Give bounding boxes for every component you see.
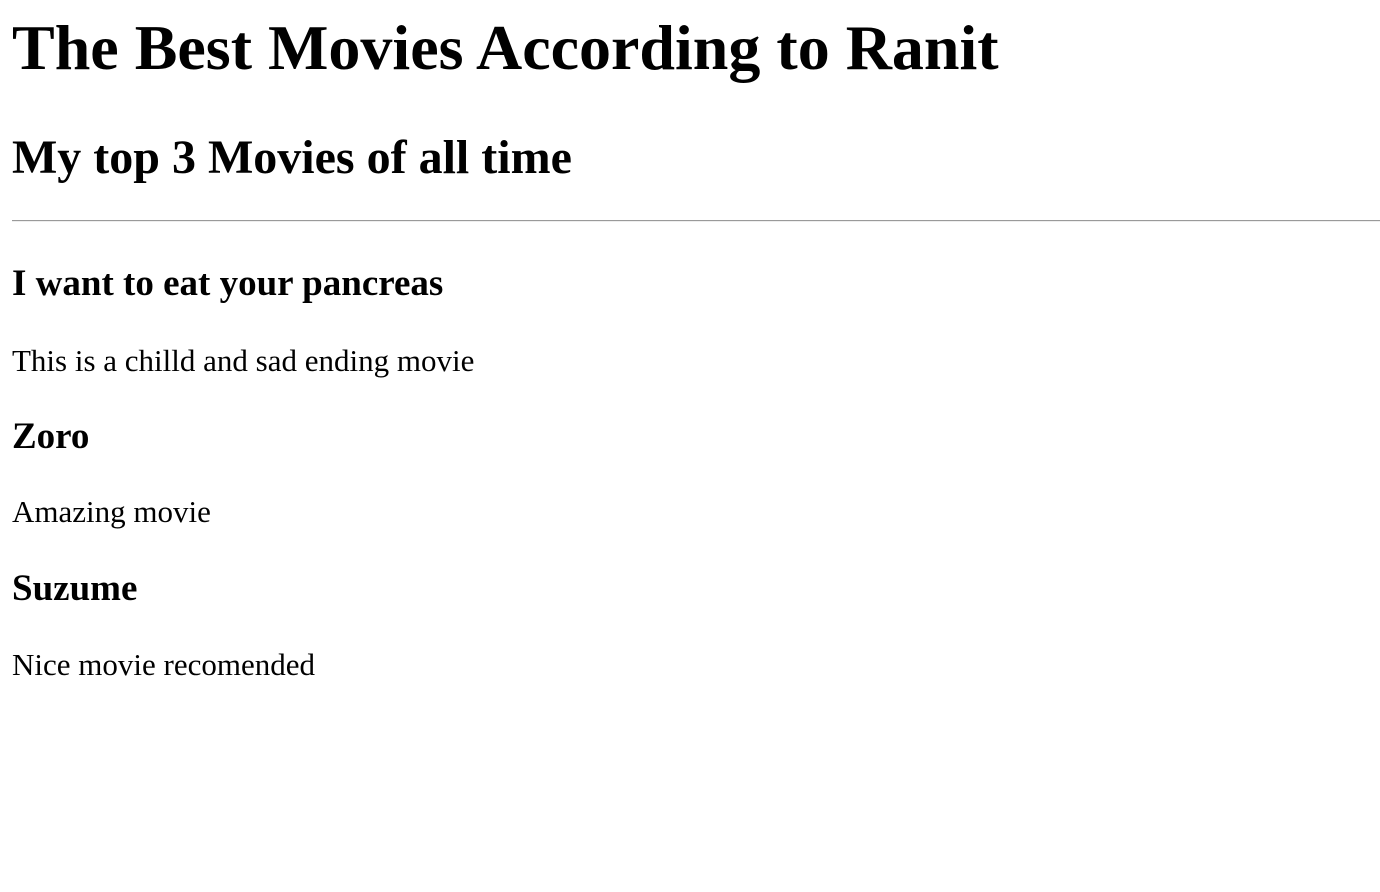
movie-entry: Zoro Amazing movie — [12, 379, 1380, 530]
movie-entry: I want to eat your pancreas This is a ch… — [12, 222, 1380, 379]
movie-title: I want to eat your pancreas — [12, 263, 444, 304]
movie-description: This is a chilld and sad ending movie — [12, 343, 475, 378]
page-title: The Best Movies According to Ranit — [12, 12, 999, 83]
movie-description: Amazing movie — [12, 494, 211, 529]
page: The Best Movies According to Ranit My to… — [0, 0, 1380, 892]
movie-entry: Suzume Nice movie recomended — [12, 530, 1380, 683]
movie-title: Suzume — [12, 568, 138, 609]
movie-title: Zoro — [12, 416, 90, 457]
movie-description: Nice movie recomended — [12, 647, 315, 682]
page-subtitle: My top 3 Movies of all time — [12, 131, 572, 184]
